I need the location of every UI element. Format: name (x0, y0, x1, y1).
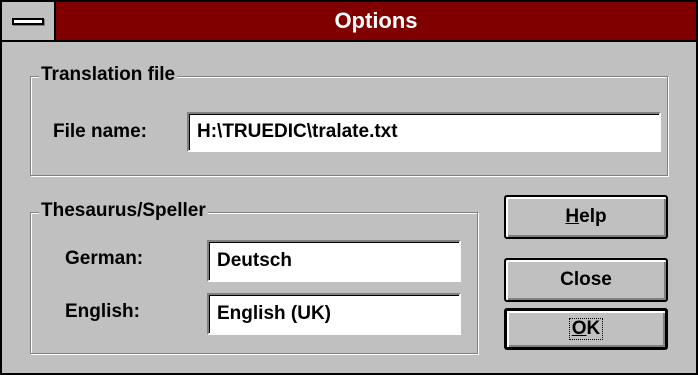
ok-mnemonic: O (571, 318, 587, 339)
system-menu-button[interactable] (2, 2, 56, 40)
thesaurus-speller-group: Thesaurus/Speller German: Deutsch Englis… (30, 199, 478, 354)
english-field[interactable]: English (UK) (207, 293, 461, 335)
german-label: German: (65, 248, 144, 269)
options-dialog: Options Translation file File name: H:\T… (0, 0, 698, 375)
thesaurus-speller-group-label: Thesaurus/Speller (39, 199, 208, 223)
help-button[interactable]: Help (504, 195, 668, 239)
english-label: English: (65, 301, 140, 322)
ok-button[interactable]: OK (504, 308, 668, 350)
close-button-label: Close (560, 269, 612, 290)
help-rest: elp (579, 206, 607, 227)
translation-file-group: Translation file File name: H:\TRUEDIC\t… (30, 63, 668, 176)
file-name-label: File name: (53, 121, 147, 142)
file-name-field[interactable]: H:\TRUEDIC\tralate.txt (187, 112, 661, 152)
german-value: Deutsch (217, 250, 292, 271)
help-button-label: Help (565, 206, 606, 228)
window-title: Options (334, 8, 418, 33)
ok-focus-rect: OK (568, 318, 604, 340)
german-field[interactable]: Deutsch (207, 240, 461, 282)
ok-rest: K (586, 318, 601, 339)
close-button[interactable]: Close (504, 258, 668, 302)
title-bar[interactable]: Options (2, 2, 696, 42)
file-name-value: H:\TRUEDIC\tralate.txt (197, 121, 398, 142)
system-menu-icon (12, 18, 44, 25)
translation-file-group-label: Translation file (39, 63, 178, 87)
english-value: English (UK) (217, 303, 331, 324)
help-mnemonic: H (565, 206, 580, 227)
